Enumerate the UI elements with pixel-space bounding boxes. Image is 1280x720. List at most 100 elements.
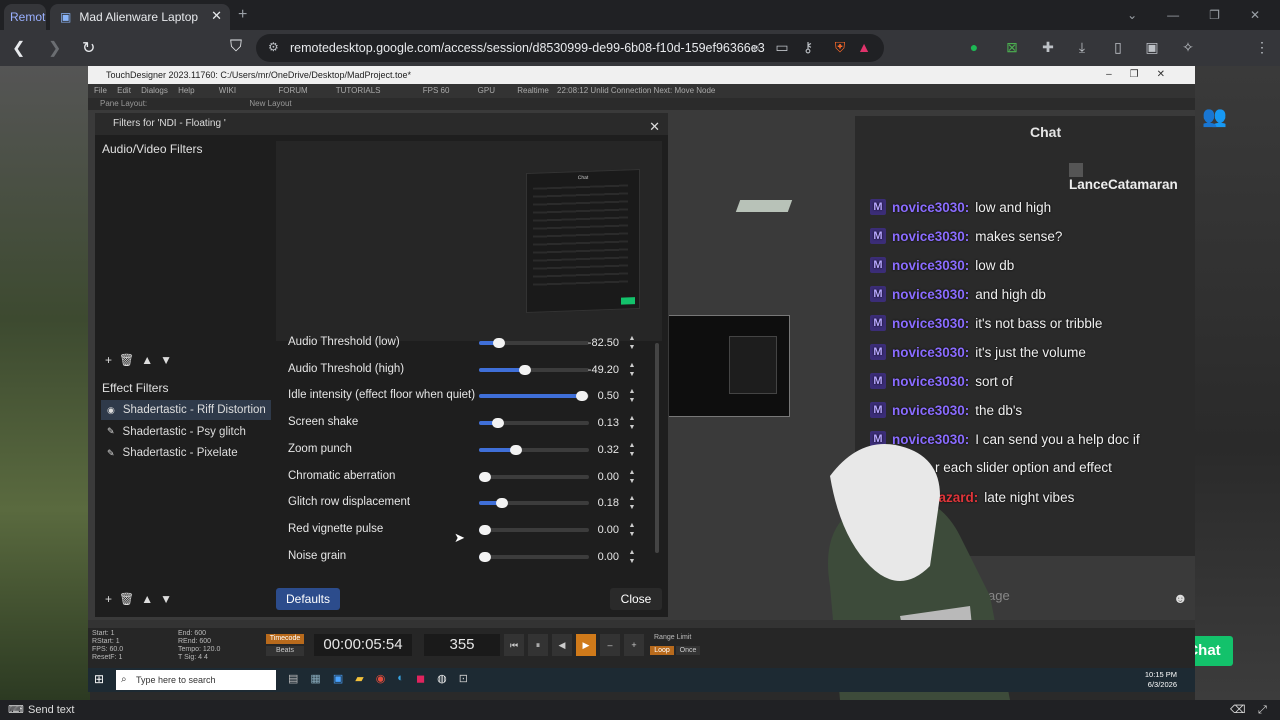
add-av-filter-icon[interactable]: + xyxy=(105,353,112,367)
new-tab-button[interactable]: + xyxy=(238,6,247,24)
zoom-icon[interactable]: ⌕ xyxy=(748,39,764,55)
property-spinner[interactable]: ▲ ▼ xyxy=(627,521,637,539)
touchdesigner-icon[interactable]: ⊡ xyxy=(459,672,468,685)
obs-icon[interactable]: ◍ xyxy=(437,672,447,685)
tab-search-icon[interactable]: ⌄ xyxy=(1127,8,1137,22)
chat-username[interactable]: novice3030: xyxy=(892,345,969,360)
expand-icon[interactable]: ⤢ xyxy=(1258,700,1267,720)
store-icon[interactable]: ▣ xyxy=(333,672,343,685)
edit-icon[interactable]: ✎ xyxy=(107,426,115,437)
effect-filter-item[interactable]: ✎ Shadertastic - Pixelate xyxy=(101,443,271,463)
extension-green-icon[interactable]: ● xyxy=(966,39,982,55)
app-icon-1[interactable]: ▦ xyxy=(310,672,320,685)
new-layout-button[interactable]: New Layout xyxy=(249,99,291,108)
bookmark-icon[interactable]: ⛉ xyxy=(230,38,242,56)
minimize-icon[interactable]: — xyxy=(1167,8,1179,22)
td-realtime[interactable]: Realtime xyxy=(517,86,549,95)
wallet-icon[interactable]: ▣ xyxy=(1144,39,1160,55)
property-spinner[interactable]: ▲ ▼ xyxy=(627,387,637,405)
chat-username[interactable]: novice3030: xyxy=(892,287,969,302)
brave-rewards-icon[interactable]: ▲ xyxy=(856,39,872,55)
property-value-input[interactable]: 0.00 xyxy=(569,521,619,539)
property-spinner[interactable]: ▲ ▼ xyxy=(627,441,637,459)
tab-remote[interactable]: Remot xyxy=(4,4,46,30)
property-spinner[interactable]: ▲ ▼ xyxy=(627,494,637,512)
reload-icon[interactable]: ↻ xyxy=(82,38,95,58)
slider-handle[interactable] xyxy=(510,444,523,455)
taskbar-clock[interactable]: 10:15 PM 6/3/2026 xyxy=(1145,670,1177,690)
close-window-icon[interactable]: ✕ xyxy=(1250,8,1260,22)
edit-icon[interactable]: ✎ xyxy=(107,448,115,459)
remote-desktop-view[interactable]: TouchDesigner 2023.11760: C:/Users/mr/On… xyxy=(0,66,1280,700)
extensions-icon[interactable]: ✚ xyxy=(1040,39,1056,55)
clear-icon[interactable]: ⌫ xyxy=(1230,700,1246,720)
property-value-input[interactable]: -82.50 xyxy=(569,334,619,352)
app-red-icon[interactable]: ◼ xyxy=(416,672,425,685)
timeline-ruler[interactable] xyxy=(88,620,1195,628)
td-menu-help[interactable]: Help xyxy=(178,86,194,95)
property-value-input[interactable]: 0.18 xyxy=(569,494,619,512)
pause-icon[interactable]: ⏸ xyxy=(528,634,548,656)
td-menu-forum[interactable]: FORUM xyxy=(278,86,307,95)
eye-icon[interactable]: ◉ xyxy=(107,405,115,416)
forward-icon[interactable]: ❯ xyxy=(48,38,61,58)
chat-username[interactable]: novice3030: xyxy=(892,316,969,331)
move-down-av-filter-icon[interactable]: ▼ xyxy=(160,353,172,367)
node-preview[interactable] xyxy=(668,315,790,417)
td-menu-edit[interactable]: Edit xyxy=(117,86,131,95)
explorer-icon[interactable]: ▰ xyxy=(355,672,363,685)
td-menu-dialogs[interactable]: Dialogs xyxy=(141,86,168,95)
move-down-effect-filter-icon[interactable]: ▼ xyxy=(160,592,172,606)
extension-x-icon[interactable]: ⊠ xyxy=(1004,39,1020,55)
download-icon[interactable]: ⤓ xyxy=(1074,39,1090,55)
chat-username[interactable]: novice3030: xyxy=(892,229,969,244)
windows-start-icon[interactable]: ⊞ xyxy=(94,672,104,686)
property-value-input[interactable]: -49.20 xyxy=(569,361,619,379)
chat-username[interactable]: novice3030: xyxy=(892,200,969,215)
brave-shield-icon[interactable]: ⛨ xyxy=(832,39,848,55)
slider-handle[interactable] xyxy=(519,364,532,375)
td-window-controls[interactable]: –❐✕ xyxy=(1106,66,1183,84)
chat-username[interactable]: novice3030: xyxy=(892,403,969,418)
rewind-icon[interactable]: ⏮ xyxy=(504,634,524,656)
send-text-button[interactable]: Send text xyxy=(28,700,74,720)
property-spinner[interactable]: ▲ ▼ xyxy=(627,361,637,379)
td-menu-tutorials[interactable]: TUTORIALS xyxy=(336,86,381,95)
task-view-icon[interactable]: ▤ xyxy=(288,672,298,685)
node-thumbnail[interactable] xyxy=(735,200,793,212)
effect-filter-item[interactable]: ◉ Shadertastic - Riff Distortion xyxy=(101,400,271,420)
defaults-button[interactable]: Defaults xyxy=(276,588,340,610)
loop-button[interactable]: Loop xyxy=(650,646,674,655)
close-button[interactable]: Close xyxy=(610,588,662,610)
property-spinner[interactable]: ▲ ▼ xyxy=(627,468,637,486)
back-icon[interactable]: ❮ xyxy=(12,38,25,58)
effect-filter-item[interactable]: ✎ Shadertastic - Psy glitch xyxy=(101,422,271,442)
emoji-icon[interactable]: ☻ xyxy=(1173,590,1188,606)
property-value-input[interactable]: 0.50 xyxy=(569,387,619,405)
slider-handle[interactable] xyxy=(478,551,491,562)
remove-av-filter-icon[interactable]: 🗑 xyxy=(119,353,134,367)
chat-username[interactable]: novice3030: xyxy=(892,374,969,389)
slider-handle[interactable] xyxy=(492,338,505,348)
close-tab-icon[interactable]: ✕ xyxy=(211,8,222,24)
taskbar-search[interactable]: ⌕ Type here to search xyxy=(116,670,276,690)
add-effect-filter-icon[interactable]: + xyxy=(105,592,112,606)
frame-display[interactable]: 355 xyxy=(424,634,500,656)
dialog-close-icon[interactable]: ✕ xyxy=(649,116,660,138)
site-info-icon[interactable]: ⚙ xyxy=(268,40,279,54)
timecode-display[interactable]: 00:00:05:54 xyxy=(314,634,412,656)
property-value-input[interactable]: 0.13 xyxy=(569,414,619,432)
chat-username[interactable]: novice3030: xyxy=(892,258,969,273)
slider-handle[interactable] xyxy=(491,418,504,429)
key-icon[interactable]: ⚷ xyxy=(800,39,816,55)
property-spinner[interactable]: ▲ ▼ xyxy=(627,548,637,566)
properties-scrollbar[interactable] xyxy=(655,343,659,553)
property-value-input[interactable]: 0.00 xyxy=(569,548,619,566)
property-spinner[interactable]: ▲ ▼ xyxy=(627,414,637,432)
property-value-input[interactable]: 0.00 xyxy=(569,468,619,486)
step-back-icon[interactable]: – xyxy=(600,634,620,656)
property-value-input[interactable]: 0.32 xyxy=(569,441,619,459)
slider-handle[interactable] xyxy=(496,498,509,509)
move-up-av-filter-icon[interactable]: ▲ xyxy=(141,353,153,367)
property-spinner[interactable]: ▲ ▼ xyxy=(627,334,637,352)
